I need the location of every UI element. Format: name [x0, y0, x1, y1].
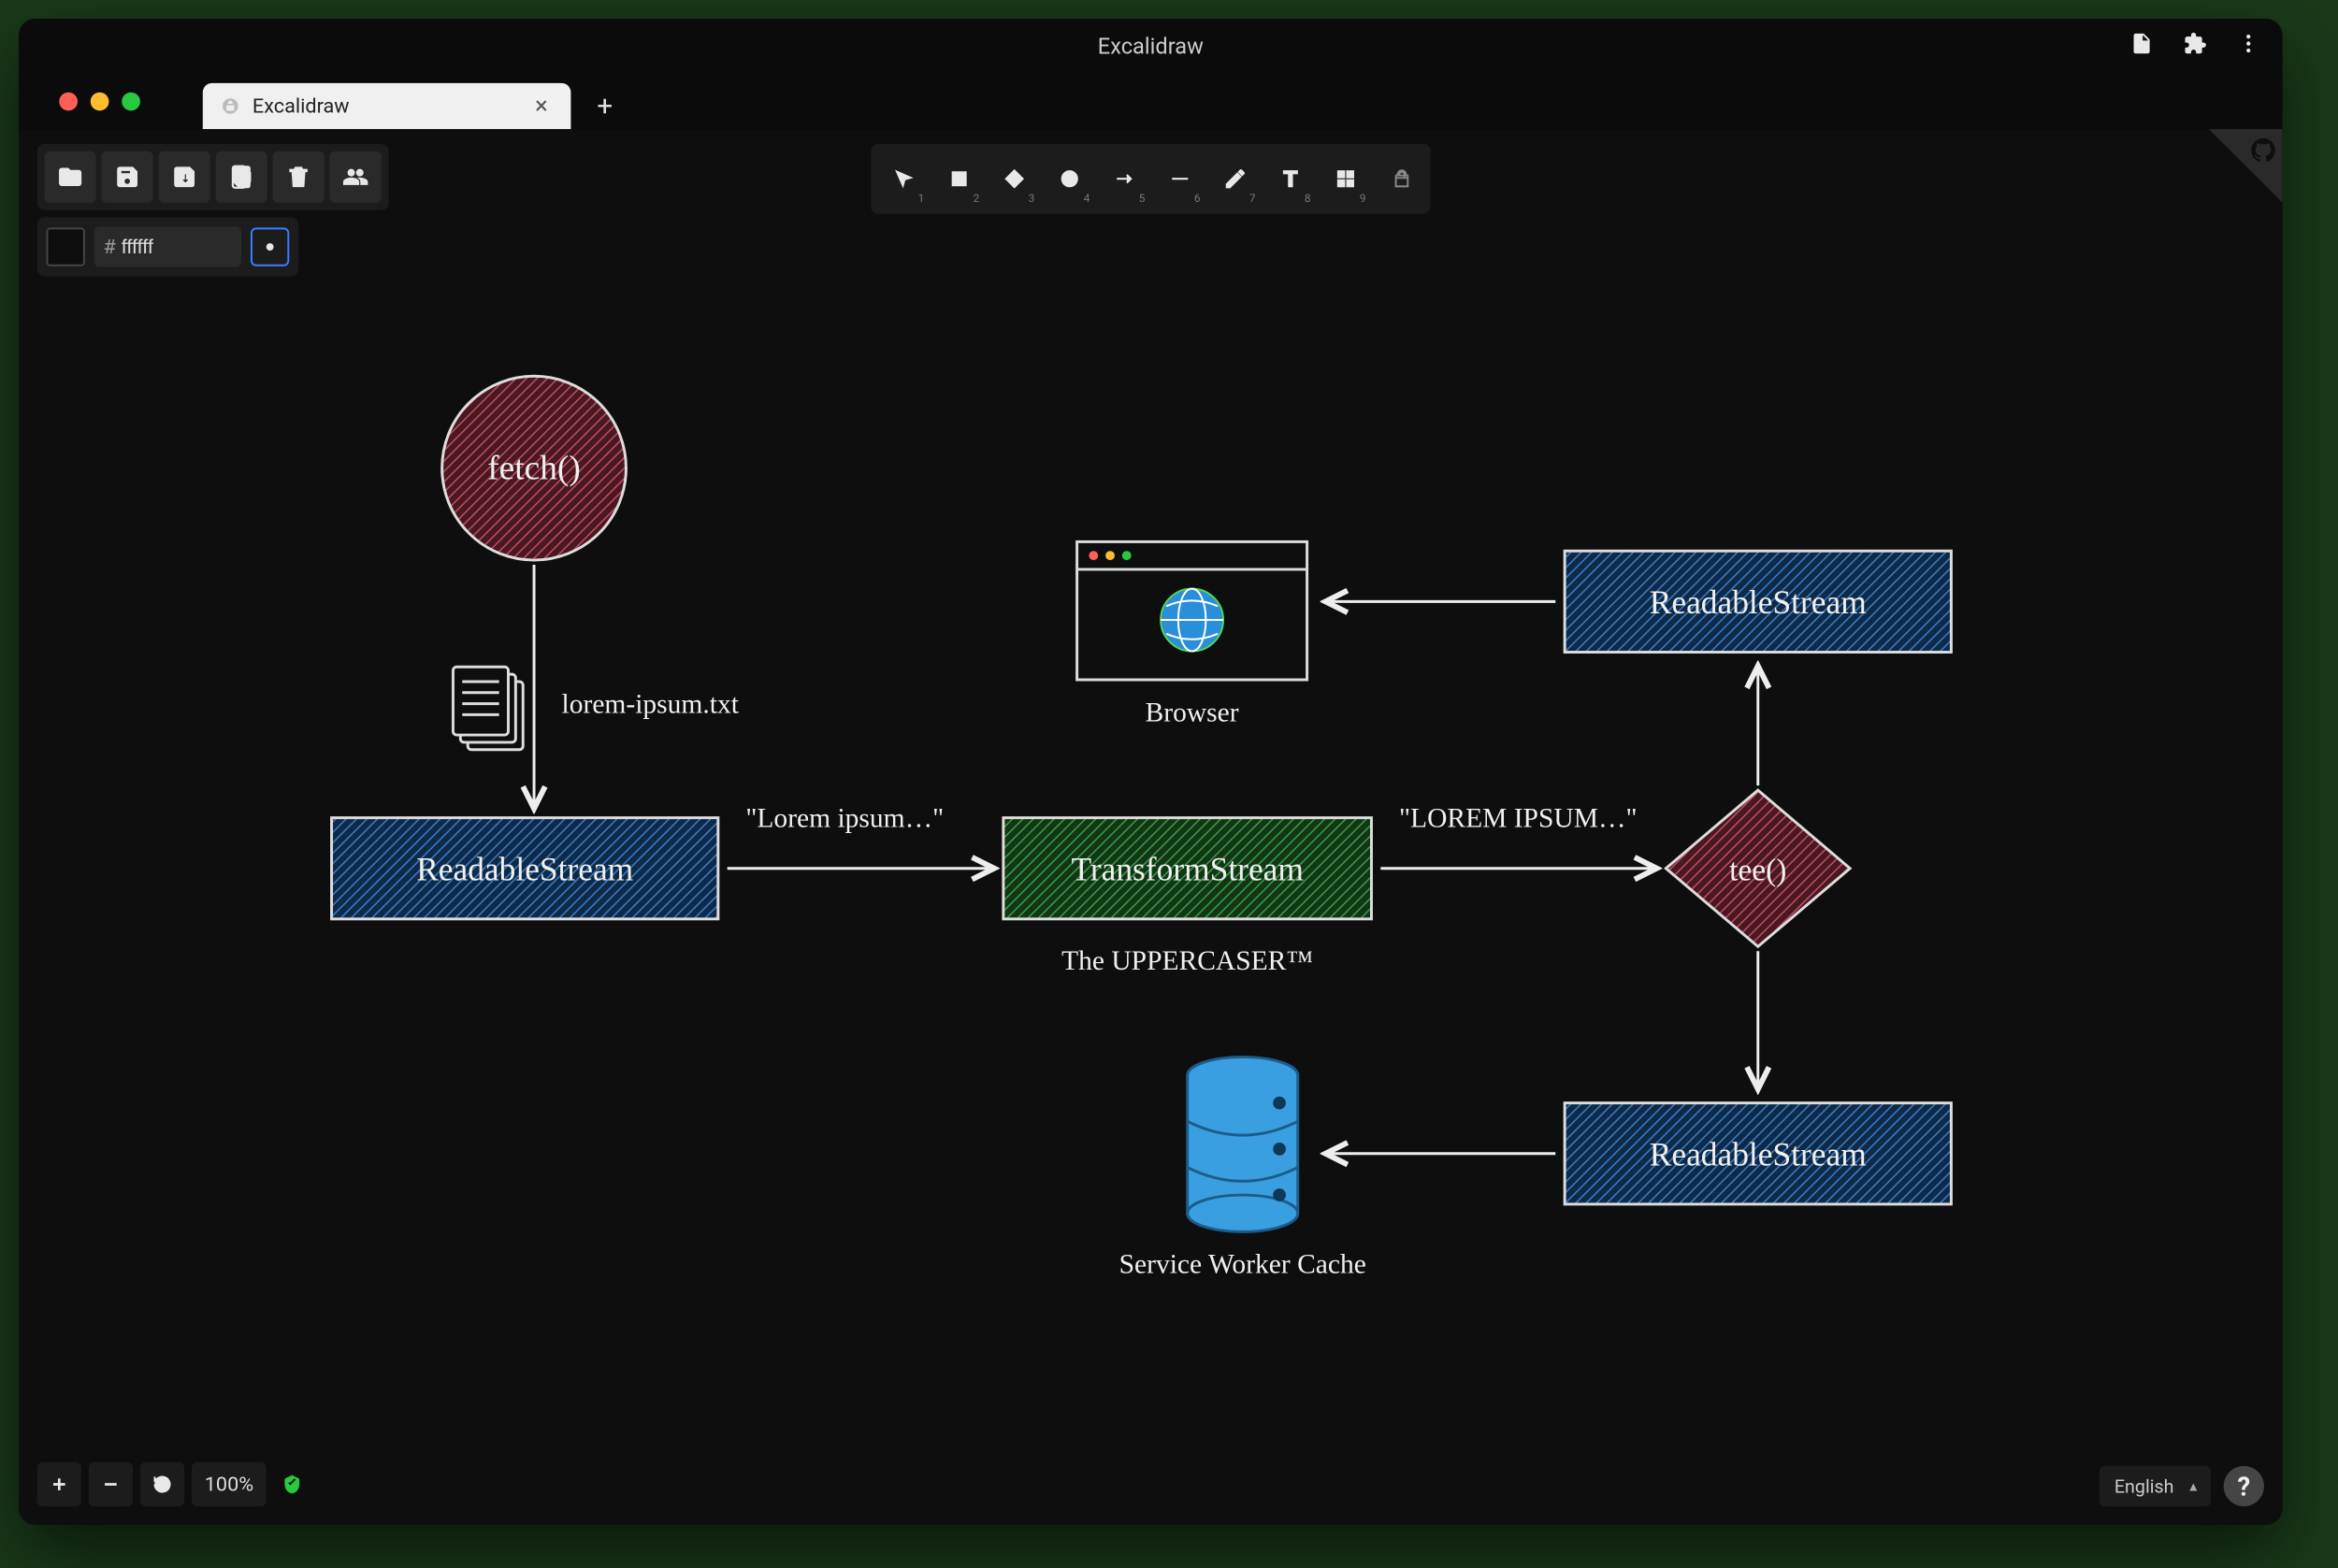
- document-icon[interactable]: [2129, 32, 2154, 61]
- zoom-in-button[interactable]: [37, 1462, 81, 1506]
- help-button[interactable]: ?: [2224, 1466, 2264, 1506]
- node-readablestream-2[interactable]: ReadableStream: [1565, 551, 1951, 652]
- extensions-icon[interactable]: [2183, 32, 2207, 61]
- node-rs1-label: ReadableStream: [416, 851, 633, 888]
- new-tab-button[interactable]: +: [585, 87, 624, 125]
- browser-titlebar: Excalidraw: [19, 19, 2283, 74]
- browser-tabstrip: Excalidraw × +: [19, 74, 2283, 129]
- zoom-reset-button[interactable]: [140, 1462, 184, 1506]
- tab-favicon: [221, 97, 239, 116]
- node-sw-cache[interactable]: Service Worker Cache: [1119, 1057, 1366, 1279]
- edge-ts-tee-label: "LOREM IPSUM…": [1399, 803, 1638, 833]
- node-fetch[interactable]: fetch(): [442, 376, 627, 560]
- node-file-icon[interactable]: lorem-ipsum.txt: [453, 667, 739, 750]
- language-label: English: [2114, 1475, 2174, 1498]
- encryption-shield-icon[interactable]: [281, 1474, 304, 1496]
- zoom-out-button[interactable]: [89, 1462, 133, 1506]
- window-minimize-light[interactable]: [91, 93, 109, 111]
- node-readablestream-3[interactable]: ReadableStream: [1565, 1103, 1951, 1204]
- app-window: Excalidraw Excalidraw × +: [19, 19, 2283, 1525]
- node-tee-label: tee(): [1729, 854, 1786, 888]
- browser-title: Excalidraw: [19, 34, 2283, 60]
- tab-close-button[interactable]: ×: [528, 94, 555, 120]
- bottom-right-toolbar: English ?: [2100, 1466, 2264, 1506]
- tab-title: Excalidraw: [253, 94, 350, 118]
- excalidraw-canvas[interactable]: # 1 2 3 4 5 6 7 8 9: [19, 129, 2283, 1525]
- node-ts-sublabel: The UPPERCASER™: [1061, 946, 1313, 976]
- node-fetch-label: fetch(): [487, 449, 581, 487]
- node-transformstream[interactable]: TransformStream: [1003, 818, 1372, 919]
- traffic-lights: [59, 93, 140, 111]
- node-browser[interactable]: Browser: [1077, 541, 1307, 727]
- node-tee[interactable]: tee(): [1666, 790, 1850, 946]
- zoom-toolbar: 100%: [37, 1462, 304, 1506]
- node-rs2-label: ReadableStream: [1650, 583, 1867, 621]
- more-icon[interactable]: [2236, 32, 2260, 61]
- diagram: fetch() lorem-ipsum.txt: [19, 129, 2283, 1525]
- edge-rs1-ts-label: "Lorem ipsum…": [745, 803, 944, 833]
- language-selector[interactable]: English: [2100, 1466, 2211, 1506]
- zoom-label[interactable]: 100%: [192, 1462, 267, 1506]
- window-close-light[interactable]: [59, 93, 78, 111]
- node-browser-label: Browser: [1146, 698, 1239, 727]
- node-readablestream-1[interactable]: ReadableStream: [332, 818, 718, 919]
- node-ts-label: TransformStream: [1071, 851, 1303, 888]
- browser-tab[interactable]: Excalidraw ×: [203, 83, 571, 129]
- node-rs3-label: ReadableStream: [1650, 1136, 1867, 1173]
- window-zoom-light[interactable]: [122, 93, 140, 111]
- node-file-label: lorem-ipsum.txt: [562, 689, 740, 719]
- node-sw-cache-label: Service Worker Cache: [1119, 1250, 1366, 1280]
